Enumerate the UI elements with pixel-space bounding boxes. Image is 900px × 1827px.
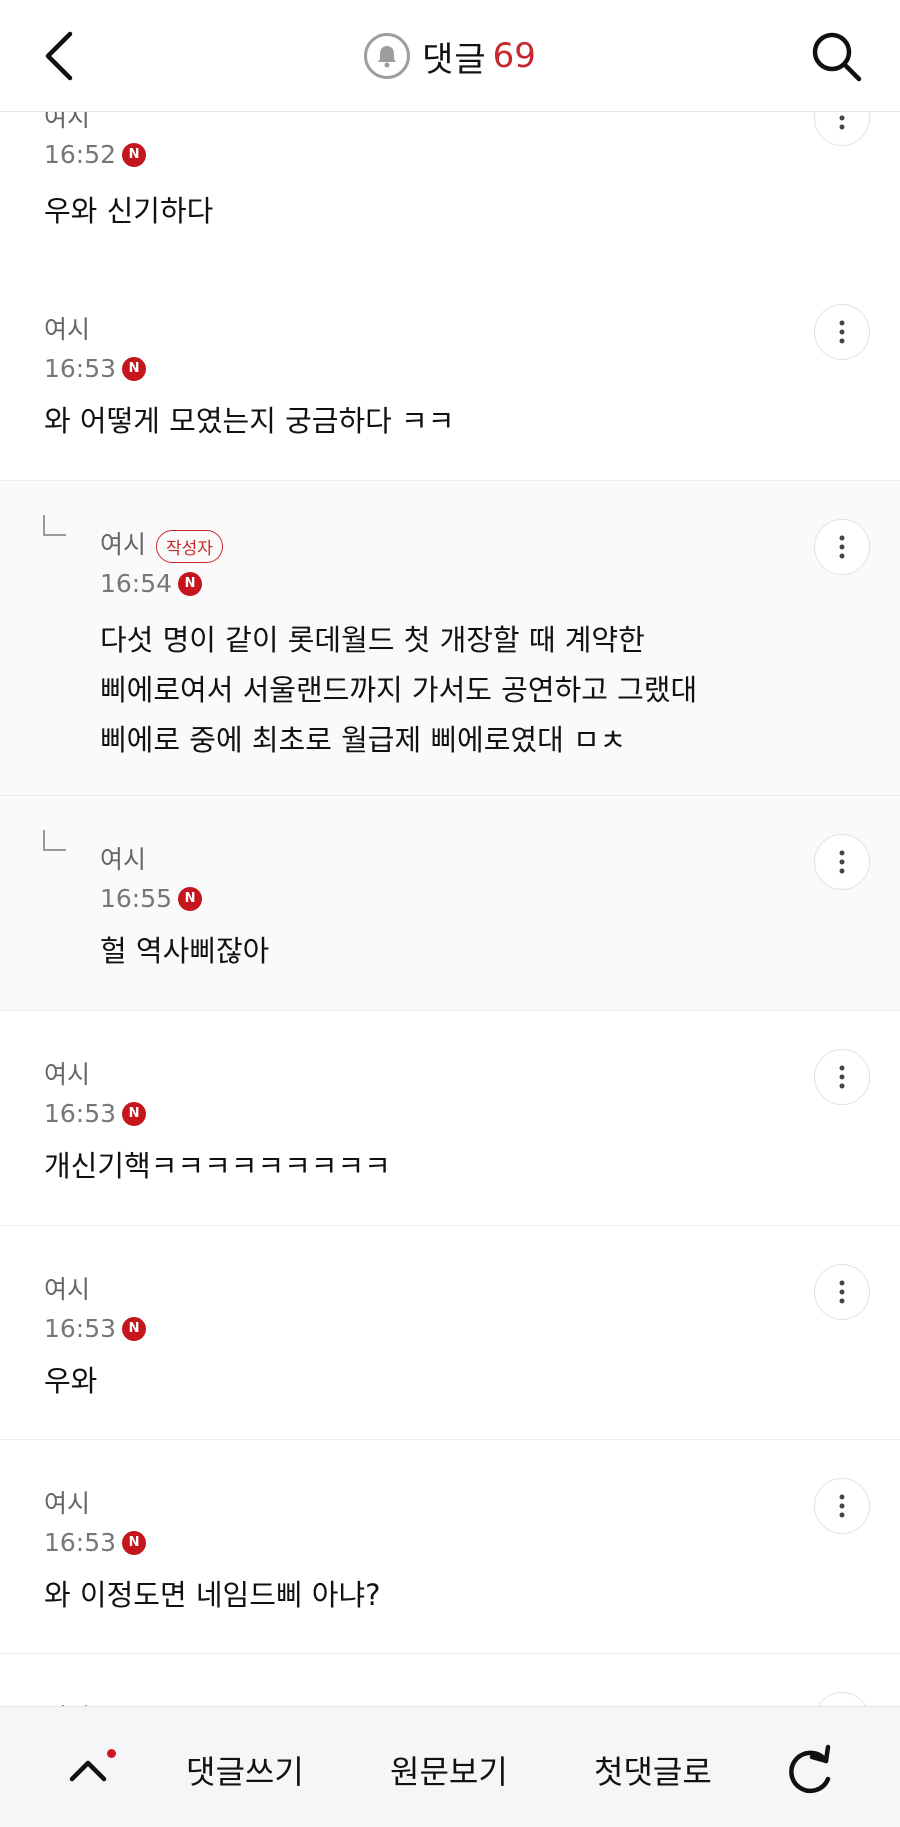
new-badge: N	[122, 1101, 147, 1126]
comment-text: 와 이정도면 네임드삐 아냐?	[44, 1578, 381, 1612]
comment-author: 여시	[44, 1489, 91, 1518]
comment-time: 16:53 N	[44, 354, 147, 383]
comment-time-text: 16:53	[44, 354, 117, 383]
view-original-button[interactable]: 원문보기	[390, 1747, 508, 1793]
comment-author: 여시	[100, 530, 147, 559]
comment-time-text: 16:53	[44, 1314, 117, 1343]
refresh-button[interactable]	[782, 1743, 838, 1799]
search-icon	[812, 32, 862, 82]
comment-time-text: 16:54	[100, 569, 173, 598]
new-badge: N	[122, 142, 147, 167]
comment-time-text: 16:53	[44, 1099, 117, 1128]
comment-time: 16:52 N	[44, 140, 147, 169]
comment-time: 16:55 N	[100, 884, 203, 913]
comment-more-button[interactable]	[814, 1049, 870, 1105]
comment-more-button[interactable]	[814, 834, 870, 890]
new-badge: N	[178, 571, 203, 596]
comment-time-text: 16:55	[100, 884, 173, 913]
more-vertical-icon	[839, 535, 845, 559]
reply-corner-icon	[43, 830, 66, 851]
new-badge: N	[122, 1316, 147, 1341]
comment-author: 여시	[44, 1275, 91, 1304]
top-bar: 댓글 69	[0, 0, 900, 112]
search-button[interactable]	[808, 28, 864, 84]
new-badge: N	[122, 356, 147, 381]
comment-text: 와 어떻게 모였는지 궁금하다 ㅋㅋ	[44, 404, 455, 438]
comment-line: 삐에로여서 서울랜드까지 가서도 공연하고 그랬대	[100, 673, 698, 707]
comment-item: 여시 16:53 N 우와	[0, 1226, 900, 1440]
reply-comment-item: 여시 16:55 N 헐 역사삐잖아	[0, 796, 900, 1011]
more-vertical-icon	[839, 1494, 845, 1518]
comment-author: 여시	[100, 845, 147, 874]
notification-dot	[107, 1749, 116, 1758]
comment-text: 우와 신기하다	[44, 194, 214, 228]
bottom-action-bar: 댓글쓰기 원문보기 첫댓글로	[0, 1706, 900, 1827]
comment-item: 여시 16:53 N 와 이정도면 네임드삐 아냐?	[0, 1440, 900, 1654]
writer-badge: 작성자	[156, 529, 223, 563]
more-vertical-icon	[839, 320, 845, 344]
comment-line: 다섯 명이 같이 롯데월드 첫 개장할 때 계약한	[100, 623, 645, 657]
comment-time: 16:53 N	[44, 1099, 147, 1128]
scroll-top-button[interactable]	[64, 1747, 112, 1795]
comment-item: 여시 16:53 N 개신기핵ㅋㅋㅋㅋㅋㅋㅋㅋㅋ	[0, 1011, 900, 1226]
header-title-group: 댓글 69	[0, 0, 900, 112]
comment-time-text: 16:53	[44, 1528, 117, 1557]
comment-more-button[interactable]	[814, 304, 870, 360]
notification-toggle[interactable]	[364, 33, 411, 79]
comment-text: 다섯 명이 같이 롯데월드 첫 개장할 때 계약한 삐에로여서 서울랜드까지 가…	[100, 615, 697, 765]
first-comment-button[interactable]: 첫댓글로	[594, 1747, 712, 1793]
more-vertical-icon	[839, 1065, 845, 1089]
new-badge: N	[178, 886, 203, 911]
comment-item: 여시 16:53 N 와 어떻게 모였는지 궁금하다 ㅋㅋ	[0, 266, 900, 481]
comment-count: 69	[492, 36, 536, 76]
comment-more-button[interactable]	[814, 519, 870, 575]
reply-comment-item: 여시 작성자 16:54 N 다섯 명이 같이 롯데월드 첫 개장할 때 계약한 …	[0, 481, 900, 796]
comment-author: 여시	[44, 1060, 91, 1089]
comment-author-row: 여시 작성자	[100, 525, 223, 563]
refresh-icon	[789, 1744, 831, 1794]
page-title: 댓글	[422, 39, 487, 80]
comment-time-text: 16:52	[44, 140, 117, 169]
comment-text: 헐 역사삐잖아	[100, 934, 270, 968]
more-vertical-icon	[839, 1280, 845, 1304]
comment-author: 여시	[44, 315, 91, 344]
chevron-up-icon	[69, 1760, 107, 1782]
comment-time: 16:53 N	[44, 1314, 147, 1343]
comment-more-button[interactable]	[814, 1264, 870, 1320]
more-vertical-icon	[839, 850, 845, 874]
new-badge: N	[122, 1530, 147, 1555]
bell-icon	[378, 46, 397, 68]
reply-corner-icon	[43, 515, 66, 536]
write-comment-button[interactable]: 댓글쓰기	[186, 1747, 304, 1793]
comment-text: 개신기핵ㅋㅋㅋㅋㅋㅋㅋㅋㅋ	[44, 1149, 391, 1183]
comment-time: 16:53 N	[44, 1528, 147, 1557]
comment-time: 16:54 N	[100, 569, 203, 598]
comment-line: 삐에로 중에 최초로 월급제 삐에로였대 ㅁㅊ	[100, 723, 627, 757]
comment-more-button[interactable]	[814, 1478, 870, 1534]
comment-text: 우와	[44, 1364, 98, 1398]
